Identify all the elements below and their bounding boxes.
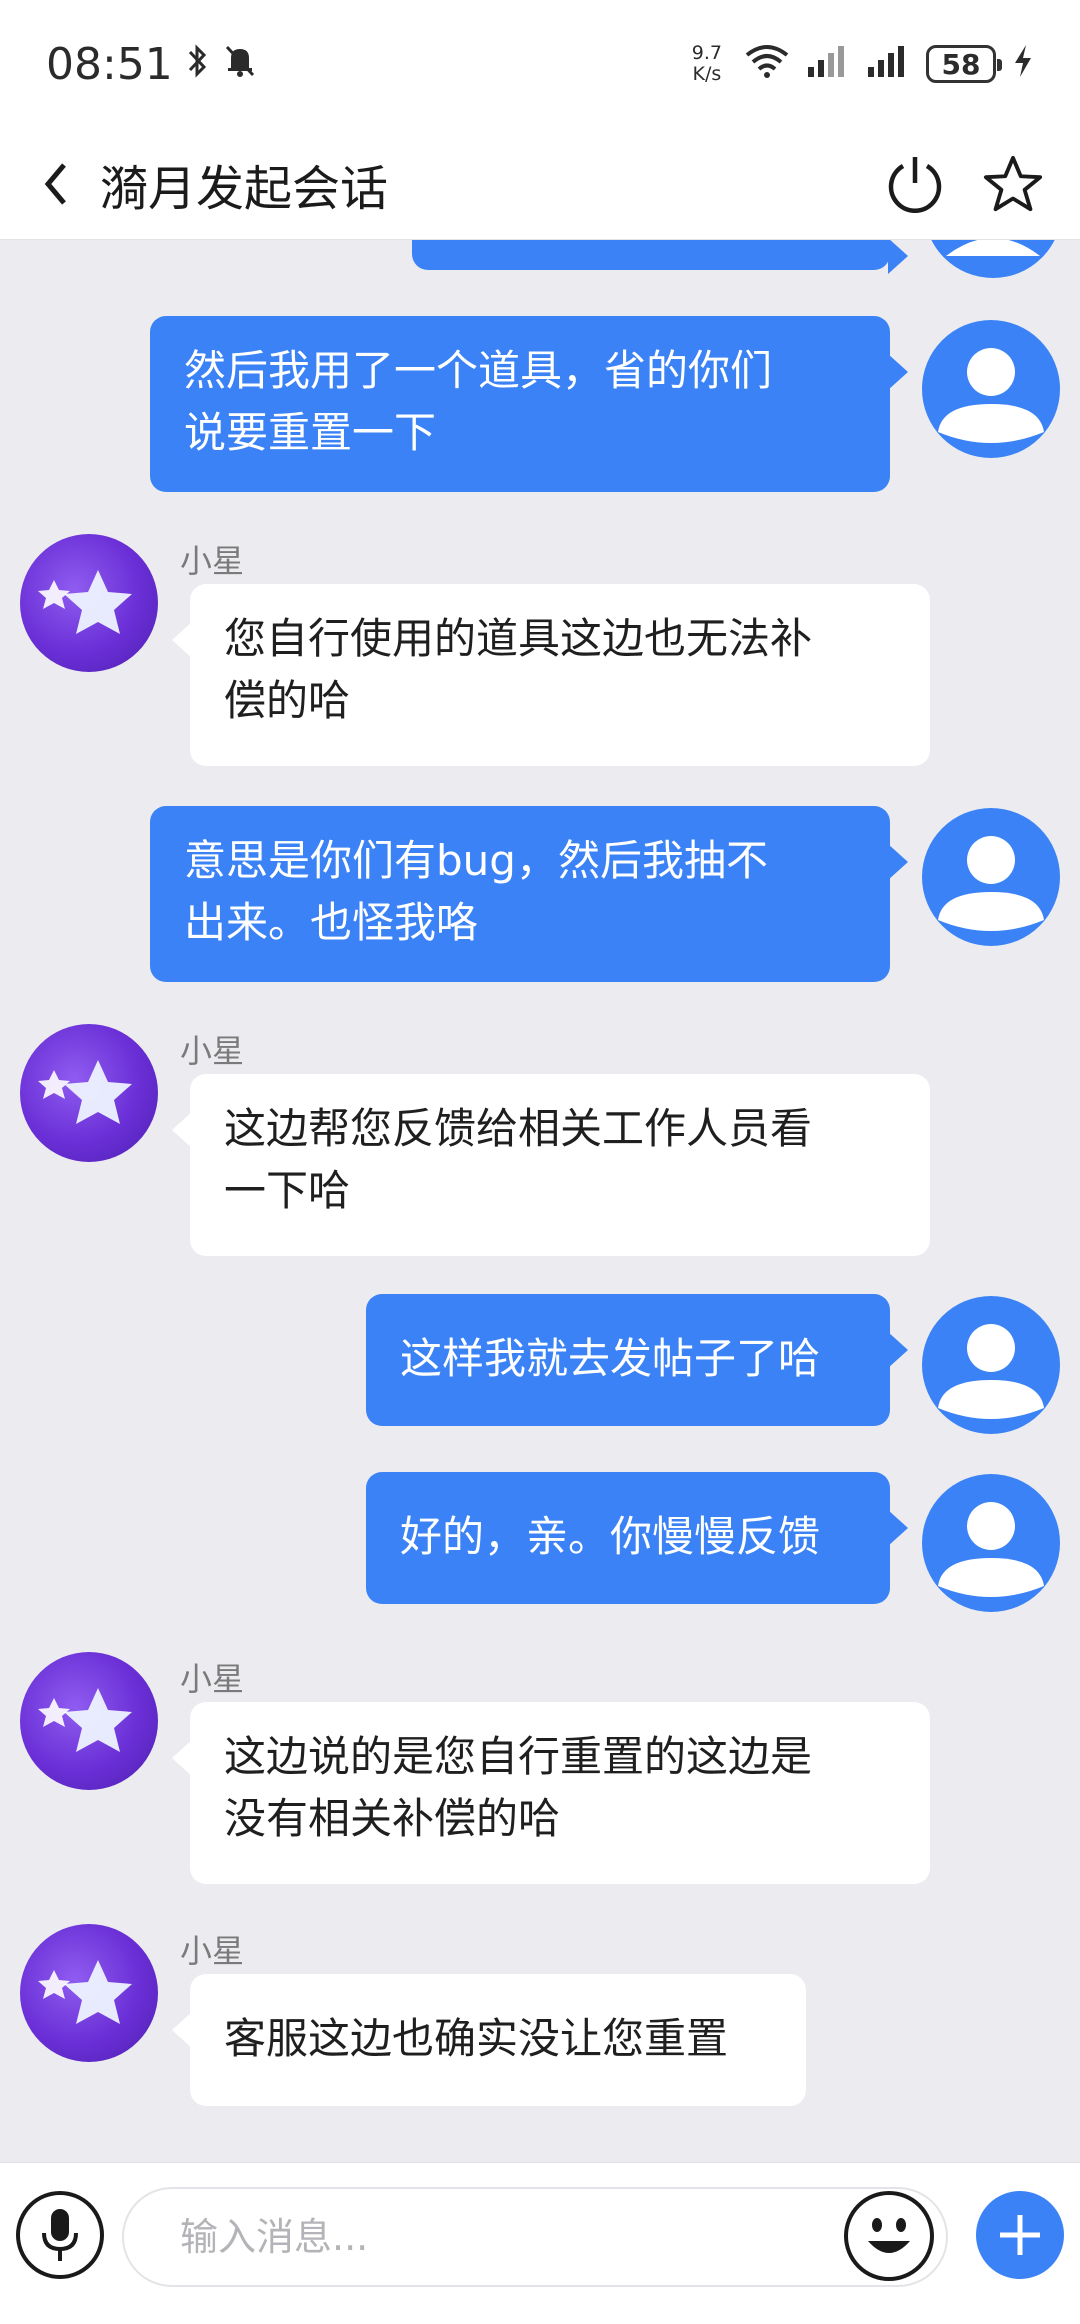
message-line: 一下哈	[224, 1166, 351, 1215]
message-line: 出来。也怪我咯	[184, 898, 479, 947]
status-right: 9.7 K/s 58	[692, 39, 1034, 90]
message-line: 您自行使用的道具这边也无法补	[224, 614, 813, 663]
message-input[interactable]	[122, 2187, 948, 2287]
message-bubble-outgoing[interactable]	[412, 240, 908, 274]
user-avatar-icon	[937, 240, 1049, 273]
message-bubble-outgoing[interactable]: 好的，亲。你慢慢反馈	[366, 1472, 908, 1604]
message-line: 这边说的是您自行重置的这边是	[224, 1732, 813, 1781]
net-speed-unit: K/s	[692, 63, 722, 85]
back-button[interactable]	[36, 154, 76, 214]
user-avatar[interactable]	[922, 808, 1060, 946]
agent-avatar[interactable]	[20, 1652, 158, 1790]
end-session-button[interactable]	[884, 153, 946, 215]
message-line: 没有相关补偿的哈	[224, 1794, 561, 1843]
user-avatar[interactable]	[922, 1474, 1060, 1612]
sender-name: 小星	[180, 1032, 245, 1070]
mute-icon	[223, 39, 257, 90]
user-avatar[interactable]	[922, 320, 1060, 458]
emoji-icon	[868, 2218, 910, 2253]
bluetooth-icon	[187, 39, 209, 90]
status-left: 08:51	[46, 39, 257, 90]
signal-icon	[866, 39, 910, 90]
star-avatar-icon	[38, 1688, 132, 1752]
signal-icon	[806, 39, 850, 90]
message-bubble-incoming[interactable]: 客服这边也确实没让您重置	[172, 1974, 806, 2106]
message-bubble-outgoing[interactable]: 然后我用了一个道具，省的你们 说要重置一下	[150, 316, 908, 492]
chat-area[interactable]: 然后我用了一个道具，省的你们 说要重置一下 小星 您自行使用的道具这边也无法补 …	[0, 240, 1080, 2162]
user-avatar-icon	[938, 1324, 1044, 1419]
agent-avatar[interactable]	[20, 534, 158, 672]
star-avatar-icon	[38, 1960, 132, 2024]
power-icon	[888, 156, 942, 213]
status-bar: 08:51 9.7 K/s 58	[0, 0, 1080, 128]
star-avatar-icon	[38, 570, 132, 634]
status-time: 08:51	[46, 38, 173, 90]
message-line: 说要重置一下	[184, 408, 437, 457]
user-avatar-icon	[938, 836, 1044, 931]
charging-icon	[1012, 39, 1034, 90]
chat-header: 漪月发起会话	[0, 128, 1080, 240]
page-title: 漪月发起会话	[100, 160, 389, 217]
wifi-icon	[744, 39, 790, 90]
battery-indicator: 58	[926, 45, 1002, 83]
star-avatar-icon	[38, 1060, 132, 1124]
user-avatar[interactable]	[924, 240, 1062, 278]
net-speed-value: 9.7	[691, 42, 722, 64]
message-line: 这边帮您反馈给相关工作人员看	[224, 1104, 813, 1153]
agent-avatar[interactable]	[20, 1924, 158, 2062]
emoji-button[interactable]	[844, 2191, 934, 2281]
agent-avatar[interactable]	[20, 1024, 158, 1162]
user-avatar-icon	[938, 1502, 1044, 1597]
user-avatar[interactable]	[922, 1296, 1060, 1434]
user-avatar-icon	[938, 348, 1044, 443]
message-line: 然后我用了一个道具，省的你们	[184, 346, 773, 395]
message-bubble-outgoing[interactable]: 意思是你们有bug，然后我抽不 出来。也怪我咯	[150, 806, 908, 982]
add-attachment-button[interactable]	[976, 2191, 1064, 2279]
plus-icon	[1000, 2215, 1040, 2255]
voice-input-button[interactable]	[16, 2191, 104, 2279]
sender-name: 小星	[180, 1660, 245, 1698]
sender-name: 小星	[180, 542, 245, 580]
message-line: 偿的哈	[224, 676, 351, 725]
message-bubble-incoming[interactable]: 这边说的是您自行重置的这边是 没有相关补偿的哈	[172, 1702, 930, 1884]
chevron-left-icon	[44, 162, 66, 205]
message-line: 意思是你们有bug，然后我抽不	[184, 836, 768, 885]
net-speed: 9.7 K/s	[692, 43, 722, 85]
header-actions	[884, 153, 1044, 215]
battery-level: 58	[941, 47, 981, 81]
sender-name: 小星	[180, 1932, 245, 1970]
message-bubble-incoming[interactable]: 您自行使用的道具这边也无法补 偿的哈	[172, 584, 930, 766]
message-bubble-outgoing[interactable]: 这样我就去发帖子了哈	[366, 1294, 908, 1426]
input-bar	[0, 2162, 1080, 2324]
star-icon	[983, 155, 1043, 211]
message-bubble-incoming[interactable]: 这边帮您反馈给相关工作人员看 一下哈	[172, 1074, 930, 1256]
microphone-icon	[42, 2209, 78, 2261]
favorite-button[interactable]	[982, 153, 1044, 215]
